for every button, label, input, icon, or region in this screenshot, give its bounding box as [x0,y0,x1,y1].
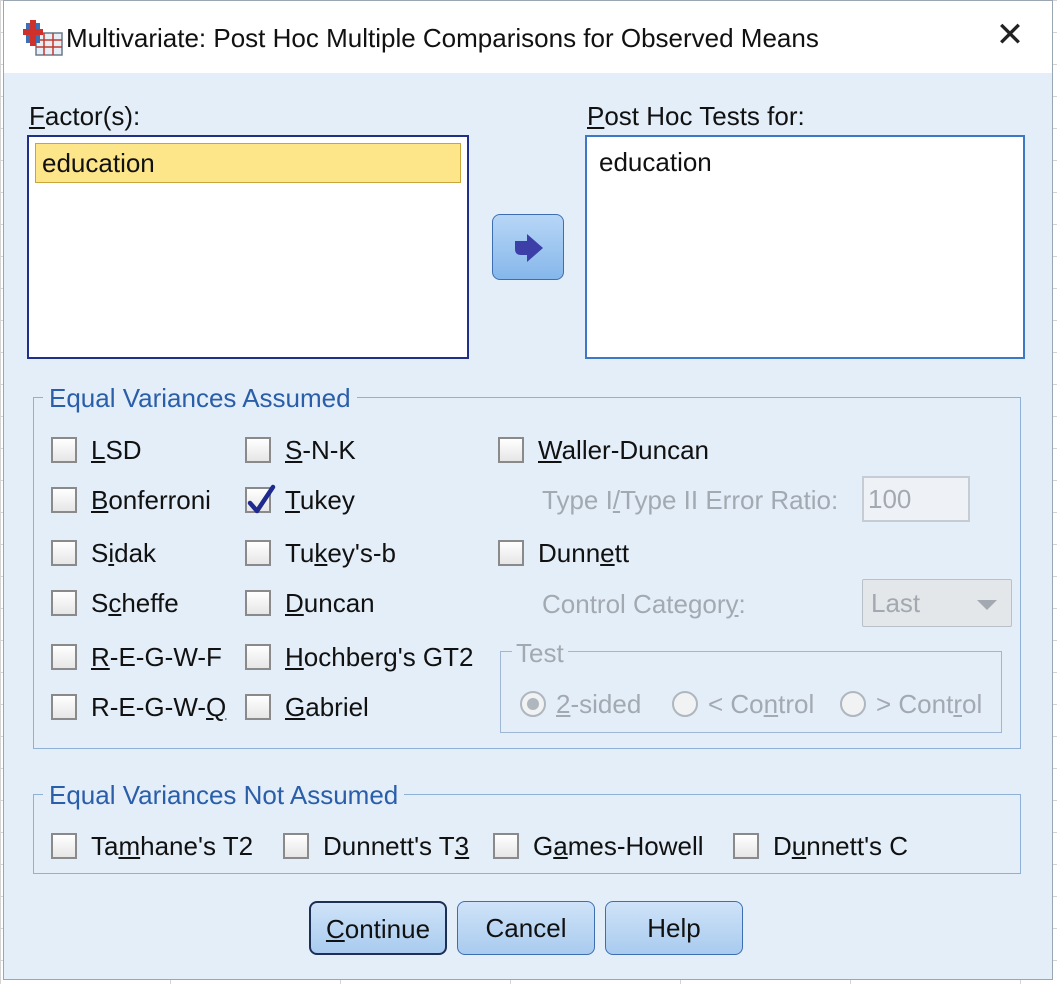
checkbox-box[interactable] [51,437,77,463]
checkbox-box[interactable] [51,540,77,566]
test-group-title: Test [512,638,568,669]
control-category-value: Last [871,588,921,618]
gabriel-checkbox[interactable]: Gabriel [245,690,369,724]
error-ratio-label: Type I/Type II Error Ratio: [542,485,839,515]
two-sided-radio[interactable]: 2-sided [520,687,641,721]
error-ratio-input[interactable]: 100 [862,476,970,522]
checkbox-box[interactable] [733,833,759,859]
dunnett-checkbox[interactable]: Dunnett [498,536,629,570]
move-to-posthoc-button[interactable] [492,214,564,280]
checkbox-box[interactable] [51,694,77,720]
radio-dot[interactable] [520,691,546,717]
less-than-control-radio[interactable]: < Control [672,687,814,721]
duncan-checkbox[interactable]: Duncan [245,586,375,620]
factors-list-item-education[interactable]: education [35,143,461,183]
checkbox-box[interactable] [51,644,77,670]
window-title: Multivariate: Post Hoc Multiple Comparis… [66,23,819,53]
posthoc-list-item-education[interactable]: education [593,143,1017,183]
waller-duncan-checkbox[interactable]: Waller-Duncan [498,433,709,467]
spss-app-icon [22,19,64,57]
title-bar: Multivariate: Post Hoc Multiple Comparis… [4,1,1052,73]
continue-button[interactable]: Continue [309,901,447,955]
checkbox-box[interactable] [51,487,77,513]
checkbox-box[interactable] [51,833,77,859]
checkmark-icon [247,484,276,514]
hochberg-gt2-checkbox[interactable]: Hochberg's GT2 [245,640,474,674]
cancel-button[interactable]: Cancel [457,901,595,955]
checkbox-box[interactable] [283,833,309,859]
regwf-checkbox[interactable]: R-E-G-W-F [51,640,222,674]
tamhanes-t2-checkbox[interactable]: Tamhane's T2 [51,829,253,863]
checkbox-box[interactable] [245,484,276,514]
dunnetts-t3-checkbox[interactable]: Dunnett's T3 [283,829,469,863]
checkbox-box[interactable] [245,437,271,463]
checkbox-box[interactable] [245,590,271,616]
checkbox-box[interactable] [245,540,271,566]
games-howell-checkbox[interactable]: Games-Howell [493,829,704,863]
sidak-checkbox[interactable]: Sidak [51,536,156,570]
post-hoc-dialog: Multivariate: Post Hoc Multiple Comparis… [3,0,1053,980]
tukey-checkbox[interactable]: Tukey [245,483,355,517]
dunnetts-c-checkbox[interactable]: Dunnett's C [733,829,908,863]
greater-than-control-radio[interactable]: > Control [840,687,982,721]
checkbox-box[interactable] [245,644,271,670]
checkbox-box[interactable] [493,833,519,859]
radio-dot[interactable] [840,691,866,717]
help-button[interactable]: Help [605,901,743,955]
checkbox-box[interactable] [498,437,524,463]
checkbox-box[interactable] [498,540,524,566]
equal-variances-assumed-title: Equal Variances Assumed [43,383,357,414]
lsd-checkbox[interactable]: LSD [51,433,142,467]
snk-checkbox[interactable]: S-N-K [245,433,356,467]
factors-list[interactable]: education [27,135,469,359]
tukeys-b-checkbox[interactable]: Tukey's-b [245,536,396,570]
checkbox-box[interactable] [51,590,77,616]
checkbox-box[interactable] [245,694,271,720]
equal-variances-not-assumed-title: Equal Variances Not Assumed [43,780,405,811]
control-category-select[interactable]: Last [862,579,1012,627]
posthoc-tests-list[interactable]: education [585,135,1025,359]
close-icon[interactable]: ✕ [990,15,1030,55]
radio-dot[interactable] [672,691,698,717]
bonferroni-checkbox[interactable]: Bonferroni [51,483,211,517]
scheffe-checkbox[interactable]: Scheffe [51,586,179,620]
posthoc-label: Post Hoc Tests for: [587,101,805,131]
control-category-label: Control Category: [542,589,746,619]
chevron-down-icon [977,600,997,610]
regwq-checkbox[interactable]: R-E-G-W-Q [51,690,226,724]
factors-label: Factor(s): [29,101,141,131]
